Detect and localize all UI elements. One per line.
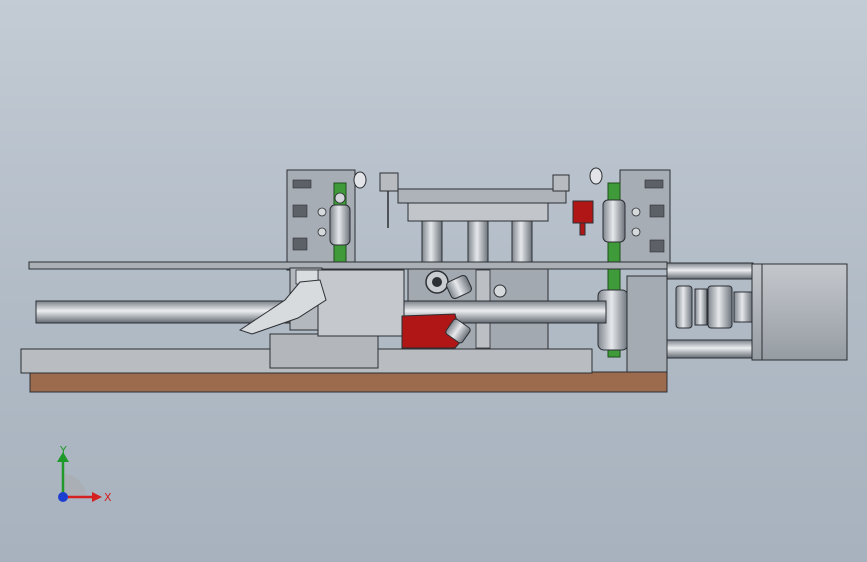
left-screw-head[interactable] [353,171,367,189]
x-axis-label: X [104,491,112,504]
slider-foot[interactable] [269,333,379,369]
guide-rail[interactable] [28,261,668,270]
stepper-motor[interactable] [751,263,848,361]
right-bracket[interactable] [619,169,671,269]
support-column[interactable] [421,220,533,264]
right-screw-head[interactable] [589,167,603,185]
top-frame[interactable] [379,172,570,228]
assembly-drawing[interactable]: Y X [0,0,867,562]
baseboard[interactable] [29,371,668,393]
cad-viewport[interactable]: Y X [0,0,867,562]
red-sensor[interactable] [572,200,594,236]
coordinate-triad: Y X [57,444,112,504]
right-housing[interactable] [626,275,668,373]
coupling[interactable] [666,262,754,359]
y-axis-label: Y [59,444,67,457]
z-axis-dot [58,492,68,502]
